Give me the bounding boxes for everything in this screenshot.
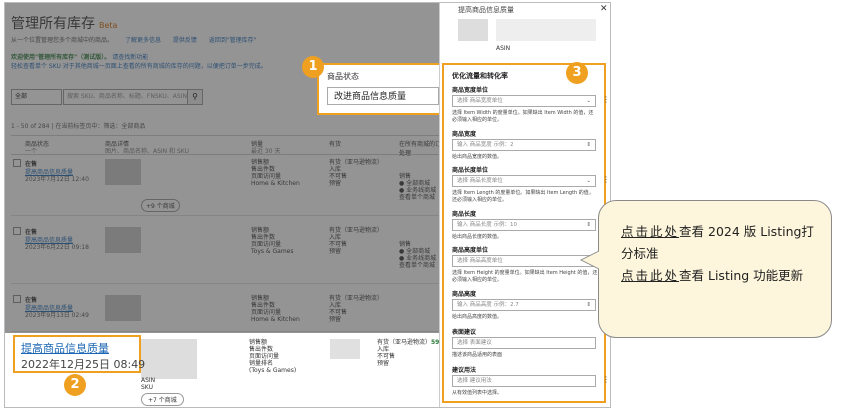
product-thumbnail — [105, 295, 141, 321]
status-label: 商品状态 — [327, 72, 359, 81]
column-stock[interactable]: 有货 — [329, 139, 341, 148]
row-stock: 有货（亚马逊物流） 入库 不可售 预留 — [377, 339, 432, 367]
product-thumbnail — [141, 339, 197, 379]
column-details-sub: 图片、商品名称、ASIN 和 SKU — [105, 148, 189, 155]
panel-title: 提高商品信息质量 — [458, 6, 514, 14]
notice-link[interactable]: 请查找新功能 — [112, 54, 148, 61]
stepper-icon[interactable]: ⇕ — [586, 140, 591, 150]
marketplace-pill[interactable]: +9 个商城 — [141, 199, 180, 212]
surface-input[interactable]: 选择 表面建议 — [452, 337, 596, 349]
row-marketplaces: 销售 ● 全部商城 ● 业务线商城 查看单个商城 — [399, 241, 437, 269]
row-sales: 销售额 售出件数 页面访问量 Home & Kitchen — [251, 159, 300, 187]
scoring-standard-link[interactable]: 点击此处 — [621, 224, 679, 239]
length-unit-select[interactable]: 选择 商品长度单位 ⌄ — [452, 175, 596, 187]
page-subtitle: 从一个位置管理您多个商城中的商品。 了解更多信息 提供反馈 返回到"管理库存" — [11, 37, 257, 44]
field-help: 选择 Item Length 的度量单位。如果缺出 Item Length 的值… — [452, 190, 594, 203]
search-scope-select[interactable]: 全部 — [11, 89, 62, 105]
quality-side-panel: 提高商品信息质量 ✕ ASIN 优化流量和转化率 商品宽度单位 选择 商品宽度单… — [439, 3, 610, 407]
more-options-icon[interactable]: ⋮ — [602, 175, 610, 184]
field-help: 从有效值列表中选择。 — [452, 390, 503, 396]
step-badge-1: 1 — [302, 56, 324, 78]
quality-highlight: 提高商品信息质量 2022年12月25日 08:49 — [13, 335, 145, 373]
learn-more-link[interactable]: 了解更多信息 — [125, 37, 161, 44]
row-sales: 销售额 售出件数 页面访问量 Home & Kitchen — [251, 295, 300, 323]
row-checkbox[interactable] — [13, 295, 21, 303]
field-label: 商品宽度 — [452, 131, 477, 138]
row-stock: 有货（亚马逊物流） 入库 不可售 预留 — [329, 295, 384, 323]
row-sales: 销售额 售出件数 页面访问量 销量排名 (Toys & Games) — [249, 339, 297, 374]
product-thumbnail — [105, 227, 141, 253]
step-badge-3: 3 — [566, 62, 588, 84]
close-icon[interactable]: ✕ — [600, 4, 608, 14]
width-input[interactable]: 输入 商品宽度 示例：2 ⇕ — [452, 139, 596, 151]
usage-input[interactable]: 选择 建议用法 — [452, 375, 596, 387]
row-date: 2023年6月22日 09:18 — [25, 244, 89, 251]
result-count: 1 - 50 of 284 | 在当前标签页中：筛选：全部商品 — [11, 123, 146, 130]
row-date: 2023年9月13日 02:49 — [25, 312, 89, 319]
table-row: 在售 提高商品信息质量 2023年7月12日 12:40 销售额 售出件数 页面访问… — [11, 155, 451, 216]
stepper-icon[interactable]: ⇕ — [586, 300, 591, 310]
height-input[interactable]: 输入 商品高度 示例：2.7 ⇕ — [452, 299, 596, 311]
stepper-icon[interactable]: ⇕ — [586, 220, 591, 230]
column-sales-sub: 最近 30 天 — [251, 148, 281, 155]
field-label: 建议用法 — [452, 367, 477, 374]
bubble-text: 点击此处查看 2024 版 Listing打分标准 点击此处查看 Listing… — [621, 224, 814, 283]
panel-asin: ASIN — [496, 45, 511, 52]
row-marketplaces: 销售 ● 全部商城 ● 业务线商城 查看单个商城 — [399, 173, 437, 201]
field-label: 商品高度 — [452, 291, 477, 298]
page-title: 管理所有库存 Beta — [11, 16, 118, 32]
table-row: 在售 提高商品信息质量 2023年9月13日 02:49 销售额 售出件数 页面访问… — [11, 291, 451, 332]
section-title: 优化流量和转化率 — [452, 72, 508, 80]
attribute-form: 优化流量和转化率 商品宽度单位 选择 商品宽度单位 ⌄ ⋮ 选择 Item Wid… — [442, 63, 610, 403]
row-checkbox[interactable] — [13, 159, 21, 167]
field-label: 商品长度单位 — [452, 167, 489, 174]
blurred-value — [330, 339, 360, 359]
panel-product-name — [496, 19, 596, 41]
field-label: 商品长度 — [452, 211, 477, 218]
search-input[interactable]: 搜索 SKU、商品名称、标题、FNSKU、ASIN、以及 A — [63, 89, 188, 105]
field-help: 选择 Item Width 的度量单位。如果缺出 Item Width 的值，还… — [452, 110, 594, 123]
row-checkbox[interactable] — [13, 227, 21, 235]
row-stock: 有货（亚马逊物流） 入库 不可售 预留 — [329, 159, 384, 187]
bubble-tail-fill — [582, 251, 600, 269]
width-unit-select[interactable]: 选择 商品宽度单位 ⌄ — [452, 95, 596, 107]
product-thumbnail — [105, 159, 141, 185]
search-icon[interactable]: ⚲ — [187, 89, 203, 105]
field-help: 给出商品长度的数值。 — [452, 234, 503, 240]
step-badge-2: 2 — [64, 374, 86, 396]
marketplace-pill[interactable]: +7 个商城 — [141, 393, 184, 406]
asin-sku: ASIN SKU — [141, 377, 156, 391]
more-options-icon[interactable]: ⋮ — [602, 375, 610, 384]
field-help: 选择 Item Height 的度量单位。如果缺出 Item Height 的值… — [452, 270, 598, 283]
status-value[interactable]: 改进商品信息质量 — [327, 87, 439, 105]
column-status-sub: 一个 — [25, 148, 38, 155]
chevron-down-icon: ⌄ — [586, 178, 591, 184]
height-unit-select[interactable]: 选择 商品高度单位 ⌄ — [452, 255, 596, 267]
feature-update-link[interactable]: 点击此处 — [621, 268, 679, 283]
chevron-down-icon: ⌄ — [586, 98, 591, 104]
info-bubble: 点击此处查看 2024 版 Listing打分标准 点击此处查看 Listing… — [598, 200, 832, 338]
length-input[interactable]: 输入 商品长度 示例：10 ⇕ — [452, 219, 596, 231]
field-help: 给出商品宽度的数值。 — [452, 154, 503, 160]
beta-tag: Beta — [99, 21, 118, 30]
feedback-link[interactable]: 提供反馈 — [173, 37, 197, 44]
field-label: 表面建议 — [452, 329, 477, 336]
row-sales: 销售额 售出件数 页面访问量 Toys & Games — [251, 227, 294, 255]
quality-date: 2022年12月25日 08:49 — [21, 358, 146, 371]
field-help: 描述该商品适用的表面 — [452, 352, 503, 358]
field-label: 商品高度单位 — [452, 247, 489, 254]
panel-product-thumbnail — [458, 19, 488, 41]
field-label: 商品宽度单位 — [452, 87, 489, 94]
quality-link[interactable]: 提高商品信息质量 — [21, 340, 109, 356]
row-date: 2023年7月12日 12:40 — [25, 176, 89, 183]
row-stock: 有货（亚马逊物流） 入库 不可售 预留 — [329, 227, 384, 255]
more-options-icon[interactable]: ⋮ — [602, 95, 610, 104]
status-callout: 商品状态 改进商品信息质量 — [317, 63, 451, 115]
back-to-inventory-link[interactable]: 返回到"管理库存" — [209, 37, 257, 44]
field-help: 给出商品高度的数值。 — [452, 314, 503, 320]
table-header: 商品状态 商品详情 销量 有货 在所有商城的订单处理 一个 图片、商品名称、AS… — [11, 135, 451, 157]
table-row: 在售 提高商品信息质量 2023年6月22日 09:18 销售额 售出件数 页面访问… — [11, 223, 451, 284]
